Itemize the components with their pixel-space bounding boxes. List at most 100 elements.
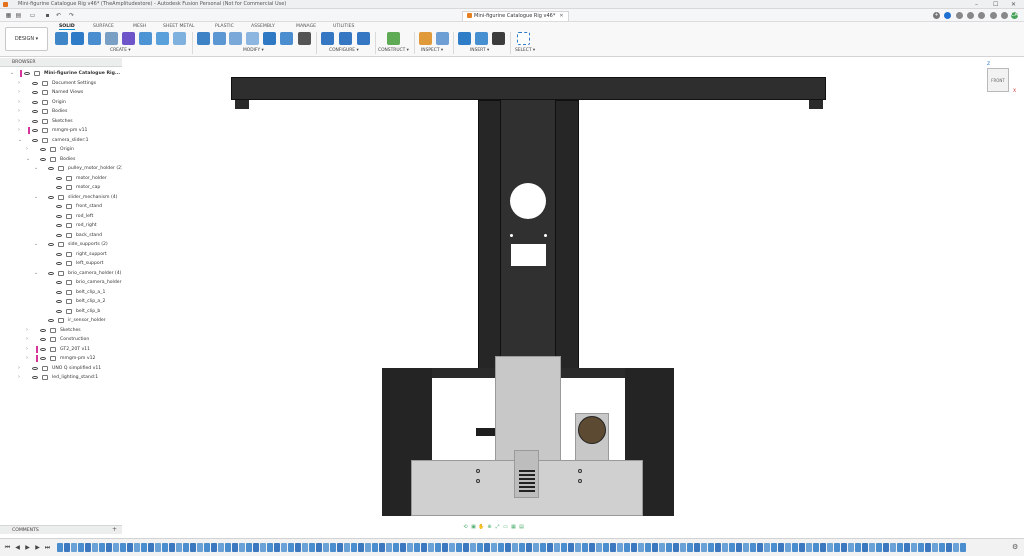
browser-node[interactable]: › led_lighting_stand:1 bbox=[0, 373, 122, 382]
configure-table-icon[interactable] bbox=[339, 32, 352, 45]
timeline-feature[interactable] bbox=[274, 543, 280, 552]
visibility-icon[interactable] bbox=[32, 91, 38, 94]
extrude-icon[interactable] bbox=[88, 32, 101, 45]
timeline-feature[interactable] bbox=[848, 543, 854, 552]
look-at-icon[interactable]: ▣ bbox=[470, 524, 477, 531]
visibility-icon[interactable] bbox=[56, 281, 62, 284]
timeline-feature[interactable] bbox=[477, 543, 483, 552]
extensions-icon[interactable] bbox=[944, 12, 951, 19]
pan-icon[interactable]: ✋ bbox=[478, 524, 485, 531]
measure-icon[interactable] bbox=[419, 32, 432, 45]
display-settings-icon[interactable]: ▭ bbox=[502, 524, 509, 531]
grid-menu-icon[interactable]: ▦ bbox=[5, 12, 12, 19]
browser-header[interactable]: BROWSER bbox=[0, 58, 122, 67]
timeline-feature[interactable] bbox=[939, 543, 945, 552]
timeline-feature[interactable] bbox=[281, 543, 287, 552]
visibility-icon[interactable] bbox=[32, 376, 38, 379]
close-button[interactable]: ✕ bbox=[1011, 1, 1016, 8]
timeline-feature[interactable] bbox=[155, 543, 161, 552]
timeline-feature[interactable] bbox=[211, 543, 217, 552]
visibility-icon[interactable] bbox=[56, 309, 62, 313]
timeline-feature[interactable] bbox=[309, 543, 315, 552]
chamfer-icon[interactable] bbox=[229, 32, 242, 45]
visibility-icon[interactable] bbox=[32, 138, 38, 142]
timeline-feature[interactable] bbox=[855, 543, 861, 552]
timeline-feature[interactable] bbox=[792, 543, 798, 552]
zoom-icon[interactable]: ⊕ bbox=[486, 524, 493, 531]
file-icon[interactable]: ▭ bbox=[29, 12, 36, 19]
timeline-feature[interactable] bbox=[862, 543, 868, 552]
browser-node[interactable]: › Sketches bbox=[0, 326, 122, 335]
timeline-feature[interactable] bbox=[610, 543, 616, 552]
browser-node[interactable]: ⌄ side_supports (2) bbox=[0, 240, 122, 249]
visibility-icon[interactable] bbox=[56, 233, 62, 237]
timeline-feature[interactable] bbox=[813, 543, 819, 552]
visibility-icon[interactable] bbox=[40, 357, 46, 360]
tab-surface[interactable]: SURFACE bbox=[93, 24, 114, 29]
expand-icon[interactable]: › bbox=[18, 126, 23, 135]
create-sketch-icon[interactable] bbox=[71, 32, 84, 45]
timeline-feature[interactable] bbox=[554, 543, 560, 552]
visibility-icon[interactable] bbox=[56, 176, 62, 180]
form-icon[interactable] bbox=[122, 32, 135, 45]
visibility-icon[interactable] bbox=[56, 205, 62, 208]
browser-node[interactable]: rod_right bbox=[0, 221, 122, 230]
browser-node[interactable]: › UNO Q simplified v11 bbox=[0, 364, 122, 373]
help-icon[interactable] bbox=[978, 12, 985, 19]
timeline-feature[interactable] bbox=[379, 543, 385, 552]
data-panel-icon[interactable]: ▤ bbox=[15, 12, 22, 19]
timeline-feature[interactable] bbox=[64, 543, 70, 552]
browser-node[interactable]: › Bodies bbox=[0, 107, 122, 116]
timeline-feature[interactable] bbox=[246, 543, 252, 552]
undo-icon[interactable]: ↶ bbox=[55, 12, 62, 19]
timeline-feature[interactable] bbox=[687, 543, 693, 552]
expand-icon[interactable]: › bbox=[26, 345, 31, 354]
timeline-feature[interactable] bbox=[750, 543, 756, 552]
timeline-feature[interactable] bbox=[953, 543, 959, 552]
timeline-feature[interactable] bbox=[799, 543, 805, 552]
browser-node[interactable]: › Origin bbox=[0, 98, 122, 107]
timeline-feature[interactable] bbox=[386, 543, 392, 552]
timeline-feature[interactable] bbox=[134, 543, 140, 552]
tab-mesh[interactable]: MESH bbox=[133, 24, 146, 29]
timeline-feature[interactable] bbox=[337, 543, 343, 552]
maximize-button[interactable]: ☐ bbox=[993, 1, 998, 8]
timeline-feature[interactable] bbox=[358, 543, 364, 552]
timeline-feature[interactable] bbox=[911, 543, 917, 552]
timeline-feature[interactable] bbox=[505, 543, 511, 552]
press-pull-icon[interactable] bbox=[197, 32, 210, 45]
timeline-feature[interactable] bbox=[841, 543, 847, 552]
timeline-feature[interactable] bbox=[148, 543, 154, 552]
timeline-feature[interactable] bbox=[736, 543, 742, 552]
visibility-icon[interactable] bbox=[56, 252, 62, 256]
scale-icon[interactable] bbox=[280, 32, 293, 45]
timeline-feature[interactable] bbox=[659, 543, 665, 552]
plane-icon[interactable] bbox=[387, 32, 400, 45]
right-foot-body[interactable] bbox=[809, 100, 823, 109]
timeline-feature[interactable] bbox=[827, 543, 833, 552]
new-component-icon[interactable] bbox=[55, 32, 68, 45]
visibility-icon[interactable] bbox=[56, 214, 62, 218]
timeline-feature[interactable] bbox=[568, 543, 574, 552]
browser-node[interactable]: belt_clip_a_2 bbox=[0, 297, 122, 306]
browser-node[interactable]: motor_cap bbox=[0, 183, 122, 192]
notifications-icon[interactable] bbox=[967, 12, 974, 19]
timeline-feature[interactable] bbox=[484, 543, 490, 552]
orbit-icon[interactable]: ⟲ bbox=[462, 524, 469, 531]
browser-node[interactable]: ⌄ Bodies bbox=[0, 155, 122, 164]
visibility-icon[interactable] bbox=[32, 119, 38, 123]
timeline-feature[interactable] bbox=[589, 543, 595, 552]
browser-node[interactable]: ⌄ Mini-figurine Catalogue Rig... bbox=[0, 69, 122, 78]
group-configure[interactable]: CONFIGURE ▾ bbox=[329, 48, 359, 53]
expand-icon[interactable]: ⌄ bbox=[34, 193, 39, 202]
browser-node[interactable]: back_stand bbox=[0, 231, 122, 240]
timeline-feature[interactable] bbox=[925, 543, 931, 552]
view-cube[interactable]: FRONT bbox=[987, 68, 1009, 92]
browser-node[interactable]: ⌄ camera_slider:1 bbox=[0, 136, 122, 145]
tab-solid[interactable]: SOLID bbox=[59, 24, 75, 30]
group-create[interactable]: CREATE ▾ bbox=[110, 48, 131, 53]
timeline-feature[interactable] bbox=[232, 543, 238, 552]
timeline-feature[interactable] bbox=[673, 543, 679, 552]
tab-assembly[interactable]: ASSEMBLY bbox=[251, 24, 275, 29]
browser-node[interactable]: ir_sensor_holder bbox=[0, 316, 122, 325]
